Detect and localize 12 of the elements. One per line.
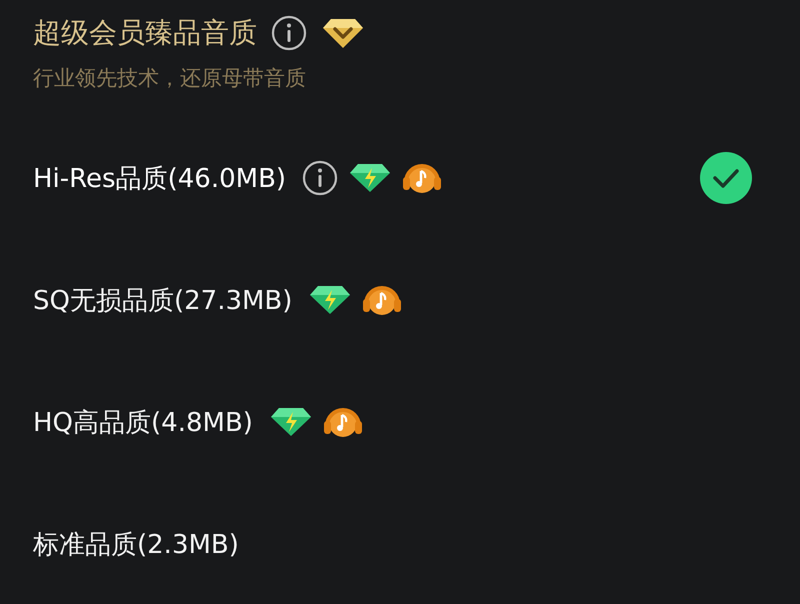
gem-icon (321, 16, 365, 50)
gem-icon (268, 406, 313, 438)
gem-icon (308, 284, 352, 316)
quality-option[interactable]: 标准品质(2.3MB) (33, 526, 239, 562)
info-icon[interactable] (302, 160, 338, 196)
quality-option[interactable]: Hi-Res品质(46.0MB) (33, 160, 286, 196)
quality-option[interactable]: SQ无损品质(27.3MB) (33, 282, 292, 318)
section-title: 超级会员臻品音质 (33, 15, 257, 51)
section-subtitle: 行业领先技术，还原母带音质 (33, 65, 307, 92)
info-icon[interactable] (271, 15, 307, 51)
quality-option[interactable]: HQ高品质(4.8MB) (33, 404, 253, 440)
gem-icon (348, 162, 392, 194)
